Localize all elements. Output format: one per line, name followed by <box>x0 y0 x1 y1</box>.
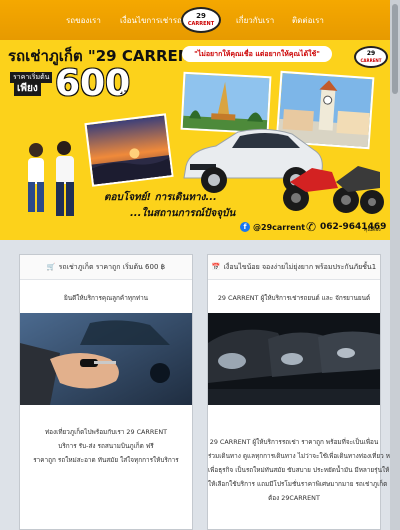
hero-tagline-2: ...ในสถานการณ์ปัจจุบัน <box>130 208 236 219</box>
logo-number: 29 <box>196 12 206 20</box>
nav-item-contact[interactable]: ติดต่อเรา <box>292 14 324 27</box>
hero-logo-number: 29 <box>366 50 376 57</box>
card-line: 29 CARRENT ผู้ให้บริการรถเช่า ราคาถูก พร… <box>209 438 379 446</box>
card-line: บริการ รับ-ส่ง รถสนามบินภูเก็ต ฟรี <box>58 442 154 450</box>
top-nav: รถของเรา เงื่อนไขการเช่ารถ 29 CARRENT เก… <box>0 0 390 40</box>
phone-note: คุณต้อง <box>364 227 381 233</box>
page: รถของเรา เงื่อนไขการเช่ารถ 29 CARRENT เก… <box>0 0 398 530</box>
hero-logo-brand: CARRENT <box>360 58 382 63</box>
card-header: 📅 เงื่อนไขน้อย จองง่ายไม่ยุ่งยาก พร้อมประ… <box>208 255 380 280</box>
card-line: ต้อง 29CARRENT <box>268 494 320 502</box>
nav-item-our-cars[interactable]: รถของเรา <box>66 14 101 27</box>
hero-slogan: "ไม่อยากให้คุณเชื่อ แต่อยากให้คุณได้ใช้" <box>182 46 332 62</box>
scrollbar-thumb[interactable] <box>392 4 398 94</box>
card-line: ท่องเที่ยวภูเก็ตไปพร้อมกับเรา 29 CARRENT <box>44 428 168 436</box>
price-prefix: เพียง <box>14 82 41 96</box>
card-line: ให้เลือกใช้บริการ แถมมีโปรโมชั่นราคาพิเศ… <box>208 480 388 488</box>
cart-icon: 🛒 <box>46 263 56 271</box>
price-suffix: .- <box>118 82 128 96</box>
card-title: รถเช่าภูเก็ต ราคาถูก เริ่มต้น 600 ฿ <box>58 263 166 271</box>
hero-logo: 29 CARRENT <box>354 46 388 68</box>
card-line: ร่วมเดินทาง ดูแลทุกการเดินทาง ไม่ว่าจะใช… <box>208 452 398 460</box>
card-intro: ยินดีให้บริการคุณลูกค้าทุกท่าน <box>63 294 149 302</box>
sunset-photo <box>84 113 174 187</box>
promo-card-right: 📅 เงื่อนไขน้อย จองง่ายไม่ยุ่งยาก พร้อมประ… <box>207 254 398 530</box>
car-key-image <box>20 313 192 405</box>
phone-icon: ✆ <box>306 220 317 234</box>
hero-banner: รถเช่าภูเก็ต "29 CARRENT" ราคาเริ่มต้น เ… <box>0 40 390 240</box>
promo-card-left: 🛒 รถเช่าภูเก็ต ราคาถูก เริ่มต้น 600 ฿ ยิน… <box>19 254 193 530</box>
facebook-handle[interactable]: @29carrent <box>253 223 305 232</box>
card-title: เงื่อนไขน้อย จองง่ายไม่ยุ่งยาก พร้อมประก… <box>223 263 377 271</box>
parked-cars-image <box>208 313 380 405</box>
calendar-icon: 📅 <box>211 263 221 271</box>
card-line: เพื่อธุรกิจ เป็นรถใหม่ทันสมัย ขับสบาย ปร… <box>208 466 390 474</box>
people-illustration <box>14 136 90 226</box>
logo-brand: CARRENT <box>187 21 215 27</box>
nav-item-about[interactable]: เกี่ยวกับเรา <box>236 14 274 27</box>
card-header: 🛒 รถเช่าภูเก็ต ราคาถูก เริ่มต้น 600 ฿ <box>20 255 192 280</box>
nav-item-rental-terms[interactable]: เงื่อนไขการเช่ารถ <box>120 14 182 27</box>
card-intro: 29 CARRENT ผู้ให้บริการเช่ารถยนต์ และ จั… <box>217 294 371 302</box>
vertical-scrollbar[interactable] <box>390 0 400 530</box>
hero-tagline-1: ตอบโจทย์! การเดินทาง... <box>104 192 217 203</box>
card-line: ราคาถูก รถใหม่สะอาด ทันสมัย ใส่ใจทุกการใ… <box>33 456 179 464</box>
motorbike-image <box>276 142 388 218</box>
facebook-icon[interactable]: f <box>240 222 250 232</box>
logo[interactable]: 29 CARRENT <box>181 7 221 33</box>
